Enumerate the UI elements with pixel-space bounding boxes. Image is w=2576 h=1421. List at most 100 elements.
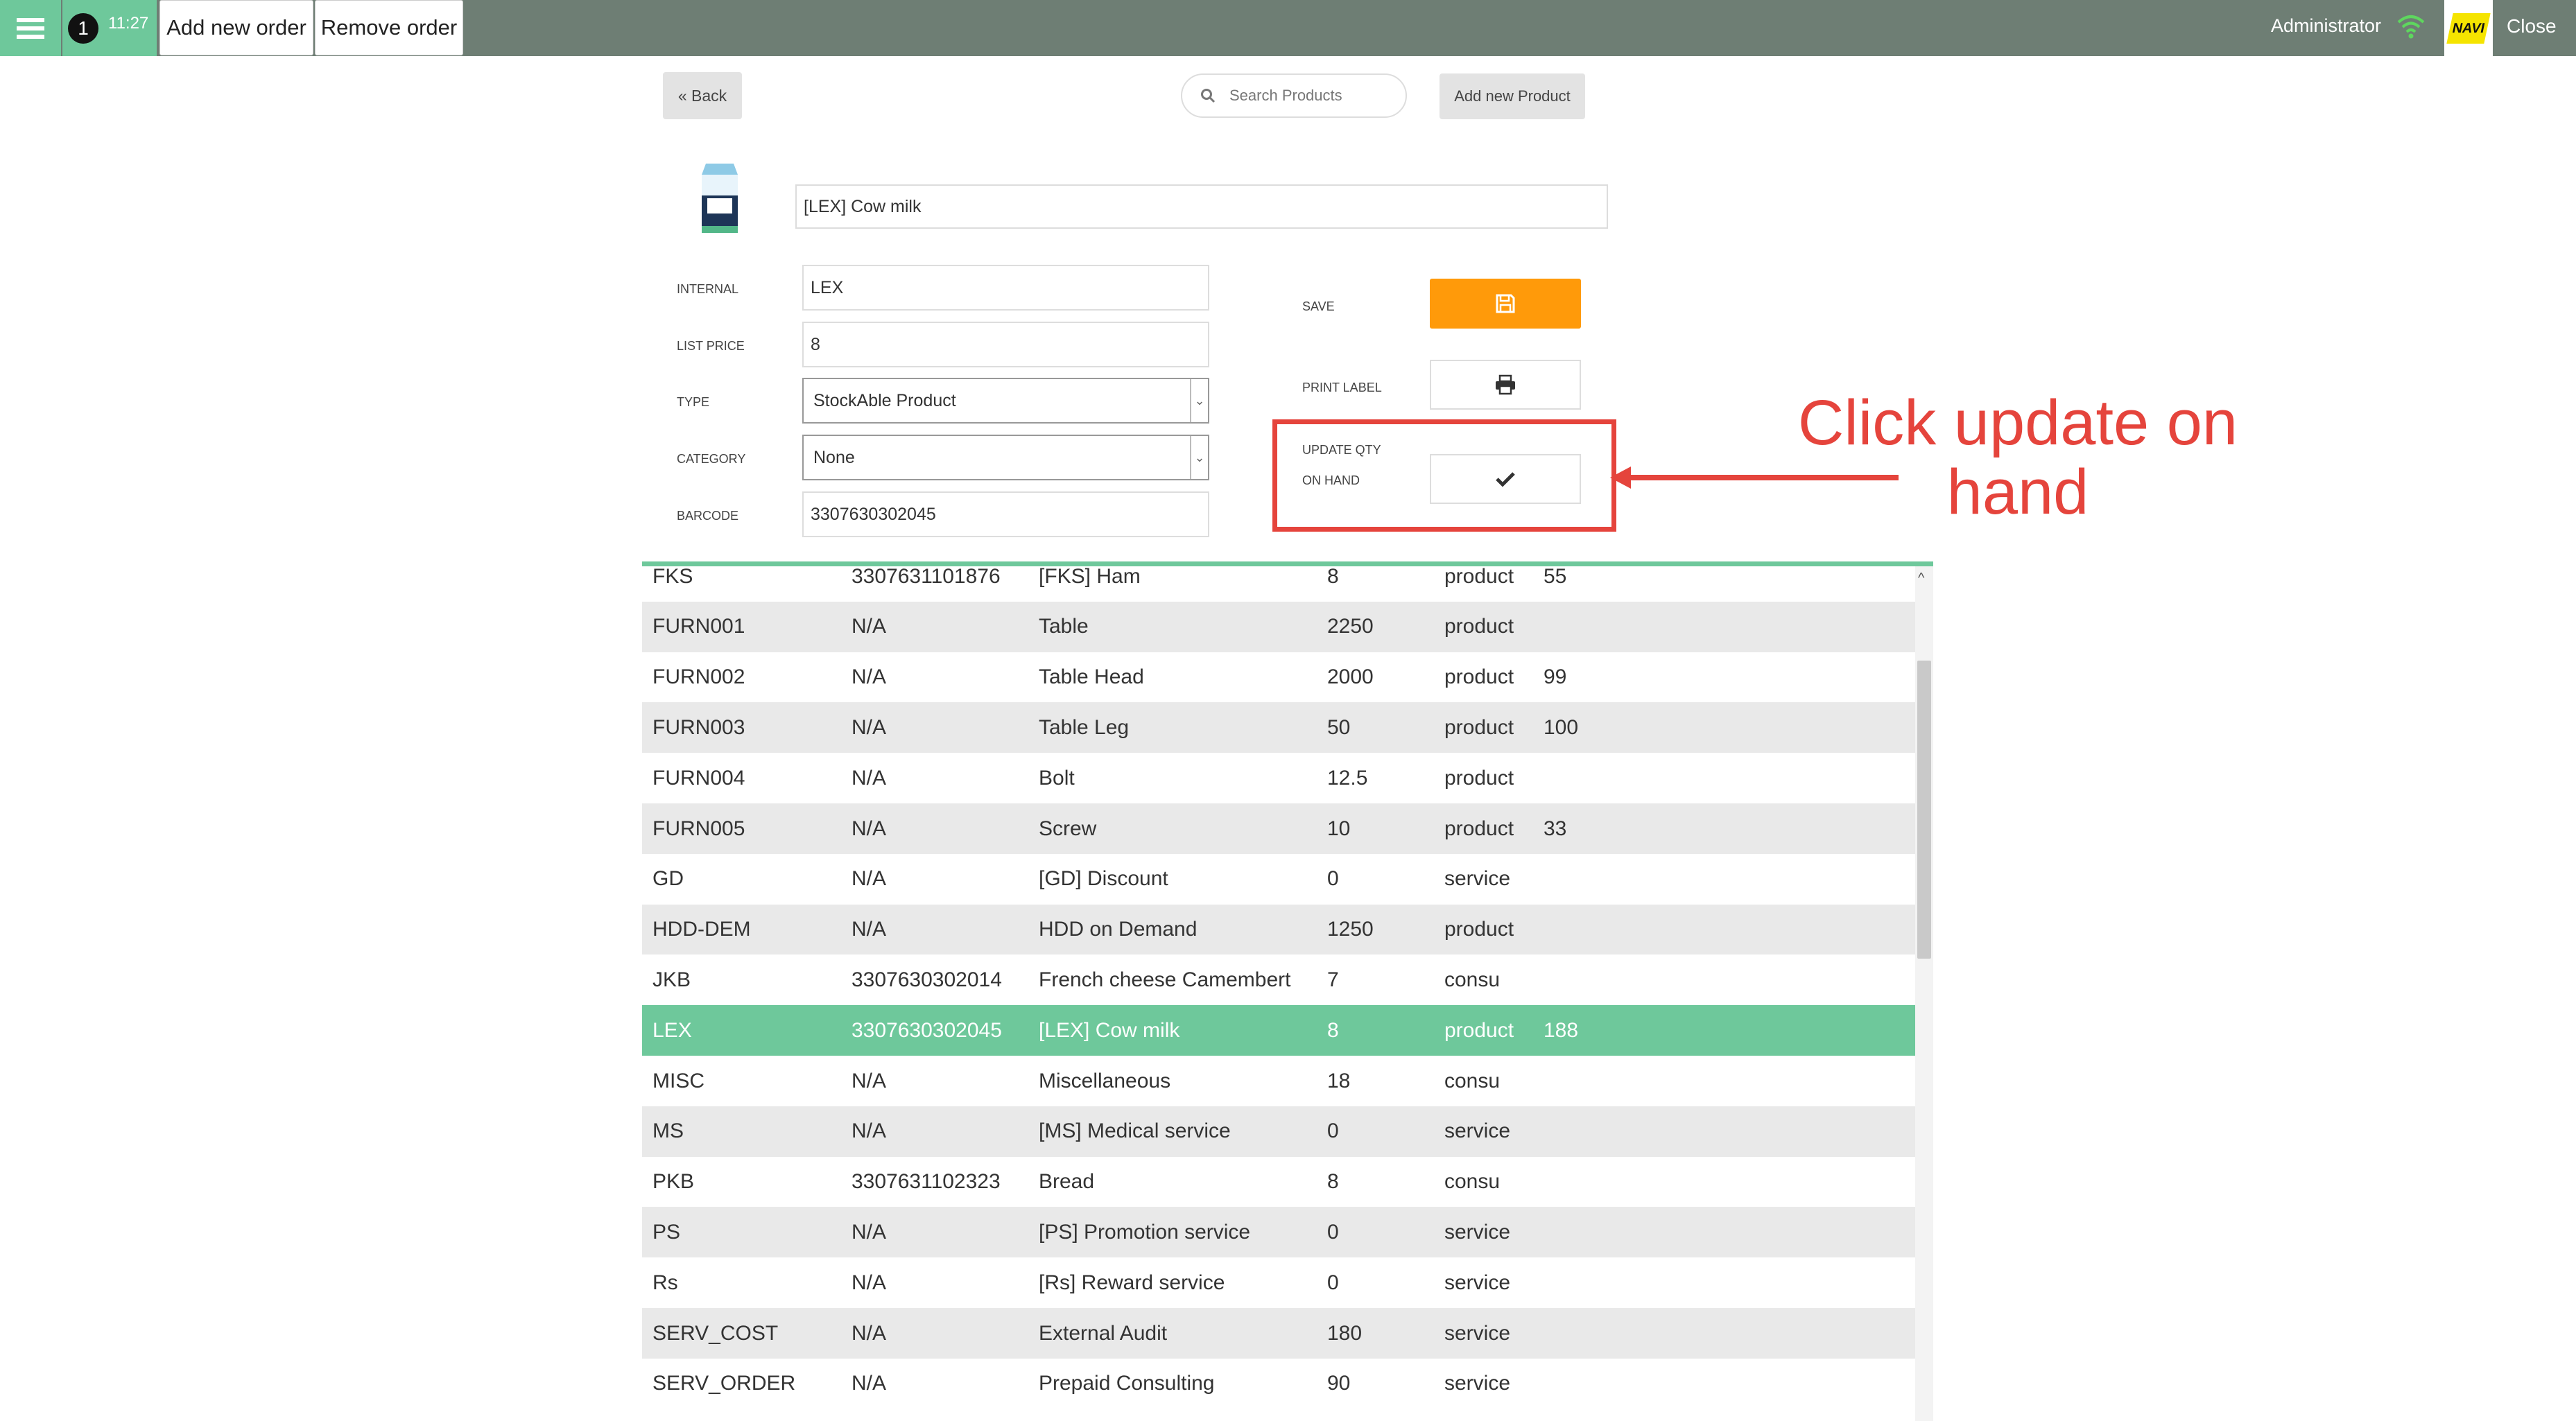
cell-code: MS xyxy=(652,1119,684,1143)
table-row[interactable]: PS N/A [PS] Promotion service 0 service xyxy=(642,1207,1915,1258)
cell-qty: 188 xyxy=(1544,1018,1579,1042)
category-select[interactable]: None ⌄ xyxy=(802,435,1209,480)
cell-barcode: N/A xyxy=(852,1119,887,1143)
cell-barcode: 3307630302045 xyxy=(852,1018,1002,1042)
table-row[interactable]: JKB 3307630302014 French cheese Camembert 7… xyxy=(642,954,1915,1006)
barcode-label: BARCODE xyxy=(677,509,739,523)
table-row[interactable]: SERV_COST N/A External Audit 180 service xyxy=(642,1308,1915,1359)
cell-name: Table Head xyxy=(1039,665,1144,689)
table-row[interactable]: FURN002 N/A Table Head 2000 product 99 xyxy=(642,652,1915,703)
list-icon xyxy=(17,14,44,43)
cell-price: 0 xyxy=(1327,1119,1339,1143)
chevron-up-icon[interactable]: ^ xyxy=(1918,570,1924,586)
cell-barcode: N/A xyxy=(852,665,887,689)
annotation-arrow-icon xyxy=(1610,467,1899,489)
chevron-down-icon: ⌄ xyxy=(1190,379,1208,422)
table-row[interactable]: SERV_ORDER N/A Prepaid Consulting 90 service xyxy=(642,1358,1915,1409)
cell-code: HDD-DEM xyxy=(652,918,751,941)
cell-price: 18 xyxy=(1327,1069,1351,1092)
order-tab[interactable]: 1 11:27 xyxy=(62,0,157,56)
table-row[interactable]: FURN005 N/A Screw 10 product 33 xyxy=(642,803,1915,854)
cell-price: 50 xyxy=(1327,715,1351,739)
cell-type: service xyxy=(1444,1119,1511,1143)
cell-barcode: N/A xyxy=(852,766,887,790)
cell-code: FURN002 xyxy=(652,665,745,689)
table-row[interactable]: PKB 3307631102323 Bread 8 consu xyxy=(642,1156,1915,1208)
cell-code: SERV_ORDER xyxy=(652,1372,796,1395)
table-row[interactable]: GD N/A [GD] Discount 0 service xyxy=(642,853,1915,905)
category-selected-value: None xyxy=(813,447,855,467)
order-time: 11:27 xyxy=(108,13,149,33)
cell-barcode: N/A xyxy=(852,715,887,739)
annotation-highlight-box xyxy=(1272,419,1616,532)
cell-price: 8 xyxy=(1327,1018,1339,1042)
cell-name: Table Leg xyxy=(1039,715,1130,739)
list-price-input[interactable] xyxy=(802,322,1209,367)
cell-name: Table xyxy=(1039,615,1089,638)
cell-code: PS xyxy=(652,1220,681,1244)
cell-qty: 100 xyxy=(1544,715,1579,739)
cell-name: Bread xyxy=(1039,1170,1095,1194)
cell-type: service xyxy=(1444,1372,1511,1395)
product-image xyxy=(702,164,738,233)
table-row[interactable]: MS N/A [MS] Medical service 0 service xyxy=(642,1106,1915,1157)
cell-price: 2000 xyxy=(1327,665,1374,689)
print-label-button[interactable] xyxy=(1430,360,1581,410)
remove-order-button[interactable]: Remove order xyxy=(315,0,463,55)
cell-code: FURN003 xyxy=(652,715,745,739)
search-box[interactable] xyxy=(1181,73,1407,118)
cell-barcode: N/A xyxy=(852,1069,887,1092)
cell-code: GD xyxy=(652,867,684,891)
close-button[interactable]: Close xyxy=(2507,15,2557,37)
table-row[interactable]: FURN004 N/A Bolt 12.5 product xyxy=(642,753,1915,804)
list-price-label: LIST PRICE xyxy=(677,339,745,353)
cell-code: SERV_COST xyxy=(652,1321,779,1345)
cell-type: service xyxy=(1444,867,1511,891)
table-row[interactable]: LEX 3307630302045 [LEX] Cow milk 8 product 18… xyxy=(642,1005,1915,1056)
top-bar: 1 11:27 Add new order Remove order Admin… xyxy=(0,0,2576,56)
cell-barcode: 3307631101876 xyxy=(852,564,1001,588)
cell-name: [Rs] Reward service xyxy=(1039,1271,1225,1294)
table-row[interactable]: FKS 3307631101876 [FKS] Ham 8 product 55 xyxy=(642,564,1915,602)
annotation-line-1: Click update on xyxy=(1797,387,2238,458)
add-new-order-button[interactable]: Add new order xyxy=(159,0,313,55)
chevron-down-icon: ⌄ xyxy=(1190,436,1208,479)
product-name-input[interactable] xyxy=(795,184,1608,229)
cell-price: 8 xyxy=(1327,1170,1339,1194)
cell-type: consu xyxy=(1444,1069,1501,1092)
back-button[interactable]: « Back xyxy=(663,72,742,119)
scrollbar-thumb[interactable] xyxy=(1917,661,1931,959)
table-scrollbar[interactable]: ^ xyxy=(1915,566,1933,1421)
search-input[interactable] xyxy=(1228,86,1390,105)
menu-button[interactable] xyxy=(0,0,61,56)
barcode-input[interactable] xyxy=(802,491,1209,537)
table-row[interactable]: FURN003 N/A Table Leg 50 product 100 xyxy=(642,702,1915,753)
cell-code: FURN005 xyxy=(652,817,745,840)
save-button[interactable] xyxy=(1430,279,1581,329)
cell-price: 7 xyxy=(1327,968,1339,991)
cell-price: 2250 xyxy=(1327,615,1374,638)
cell-price: 180 xyxy=(1327,1321,1363,1345)
table-row[interactable]: HDD-DEM N/A HDD on Demand 1250 product xyxy=(642,904,1915,955)
cell-type: product xyxy=(1444,665,1514,689)
table-row[interactable]: MISC N/A Miscellaneous 18 consu xyxy=(642,1056,1915,1106)
wifi-icon xyxy=(2397,15,2425,39)
type-select[interactable]: StockAble Product ⌄ xyxy=(802,378,1209,424)
cell-code: JKB xyxy=(652,968,691,991)
cell-barcode: N/A xyxy=(852,1372,887,1395)
add-new-product-button[interactable]: Add new Product xyxy=(1440,73,1585,119)
cell-code: FURN001 xyxy=(652,615,745,638)
cell-barcode: N/A xyxy=(852,918,887,941)
cell-code: Rs xyxy=(652,1271,678,1294)
cell-barcode: N/A xyxy=(852,817,887,840)
table-row[interactable]: Rs N/A [Rs] Reward service 0 service xyxy=(642,1257,1915,1309)
cell-barcode: 3307631102323 xyxy=(852,1170,1001,1194)
internal-ref-input[interactable] xyxy=(802,265,1209,311)
cell-name: External Audit xyxy=(1039,1321,1168,1345)
company-logo: NAVI xyxy=(2444,0,2493,56)
cell-barcode: N/A xyxy=(852,1220,887,1244)
cell-type: service xyxy=(1444,1321,1511,1345)
cell-name: [FKS] Ham xyxy=(1039,564,1141,588)
user-name[interactable]: Administrator xyxy=(2271,15,2381,37)
table-row[interactable]: FURN001 N/A Table 2250 product xyxy=(642,601,1915,652)
